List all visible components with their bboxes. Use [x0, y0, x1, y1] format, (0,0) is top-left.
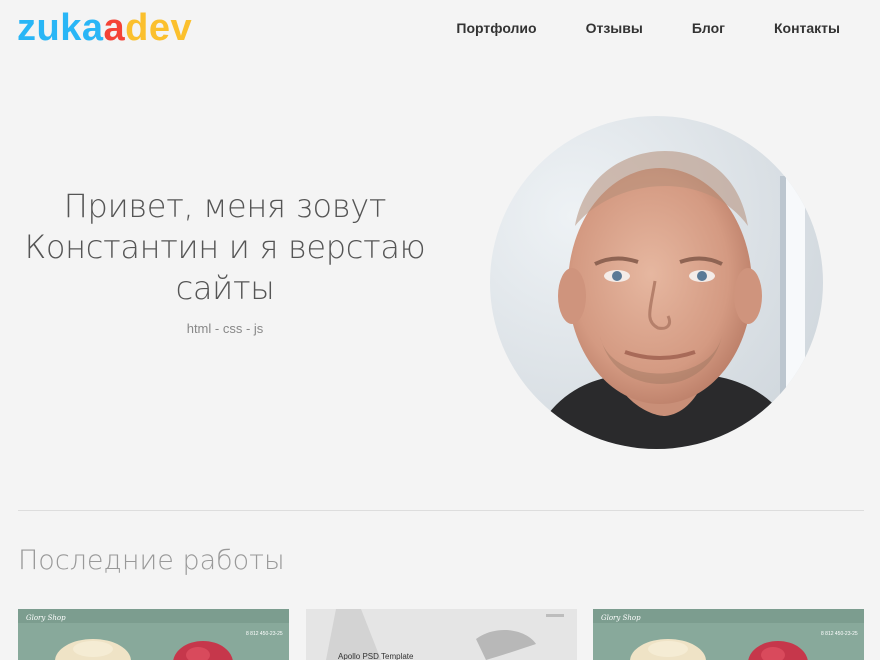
logo-letter: a — [103, 7, 126, 49]
work-card-3[interactable]: Glory Shop 8 812 450-23-25 — [593, 609, 864, 660]
hero-subtitle: html - css - js — [186, 321, 264, 336]
nav-blog[interactable]: Блог — [692, 19, 725, 37]
nav-contacts[interactable]: Контакты — [774, 19, 840, 37]
logo-letter: k — [60, 7, 82, 49]
section-title: Последние работы — [18, 545, 285, 576]
section-divider — [18, 510, 864, 511]
work-3-phone: 8 812 450-23-25 — [821, 631, 858, 637]
logo-letter: a — [81, 7, 104, 49]
hero-title: Привет, меня зовут Константин и я верста… — [24, 187, 426, 307]
portrait-photo — [490, 116, 823, 449]
work-thumbnail-2: Apollo PSD Template — [306, 609, 577, 660]
logo-letter: d — [125, 7, 149, 49]
work-thumbnail-1: Glory Shop 8 812 450-23-25 — [18, 609, 289, 660]
logo-letter: u — [36, 7, 61, 49]
work-1-phone: 8 812 450-23-25 — [246, 631, 283, 637]
header: zukaadev Портфолио Отзывы Блог Контакты — [0, 0, 880, 58]
avatar — [490, 116, 823, 449]
logo-letter: e — [148, 7, 171, 49]
main-nav: Портфолио Отзывы Блог Контакты — [456, 19, 840, 37]
logo[interactable]: zukaadev — [17, 7, 192, 49]
work-card-2[interactable]: Apollo PSD Template — [306, 609, 577, 660]
work-card-1[interactable]: Glory Shop 8 812 450-23-25 — [18, 609, 289, 660]
work-3-logo-text: Glory Shop — [601, 614, 641, 622]
nav-portfolio[interactable]: Портфолио — [456, 19, 536, 37]
logo-letter: z — [17, 7, 37, 49]
work-2-title: Apollo PSD Template — [338, 652, 414, 660]
hero-intro: Привет, меня зовут Константин и я верста… — [18, 186, 432, 337]
nav-reviews[interactable]: Отзывы — [586, 19, 643, 37]
work-thumbnail-3: Glory Shop 8 812 450-23-25 — [593, 609, 864, 660]
work-1-logo-text: Glory Shop — [26, 614, 66, 622]
logo-letter: v — [170, 7, 193, 49]
works-gallery: Glory Shop 8 812 450-23-25 Apollo PSD Te… — [18, 609, 864, 660]
